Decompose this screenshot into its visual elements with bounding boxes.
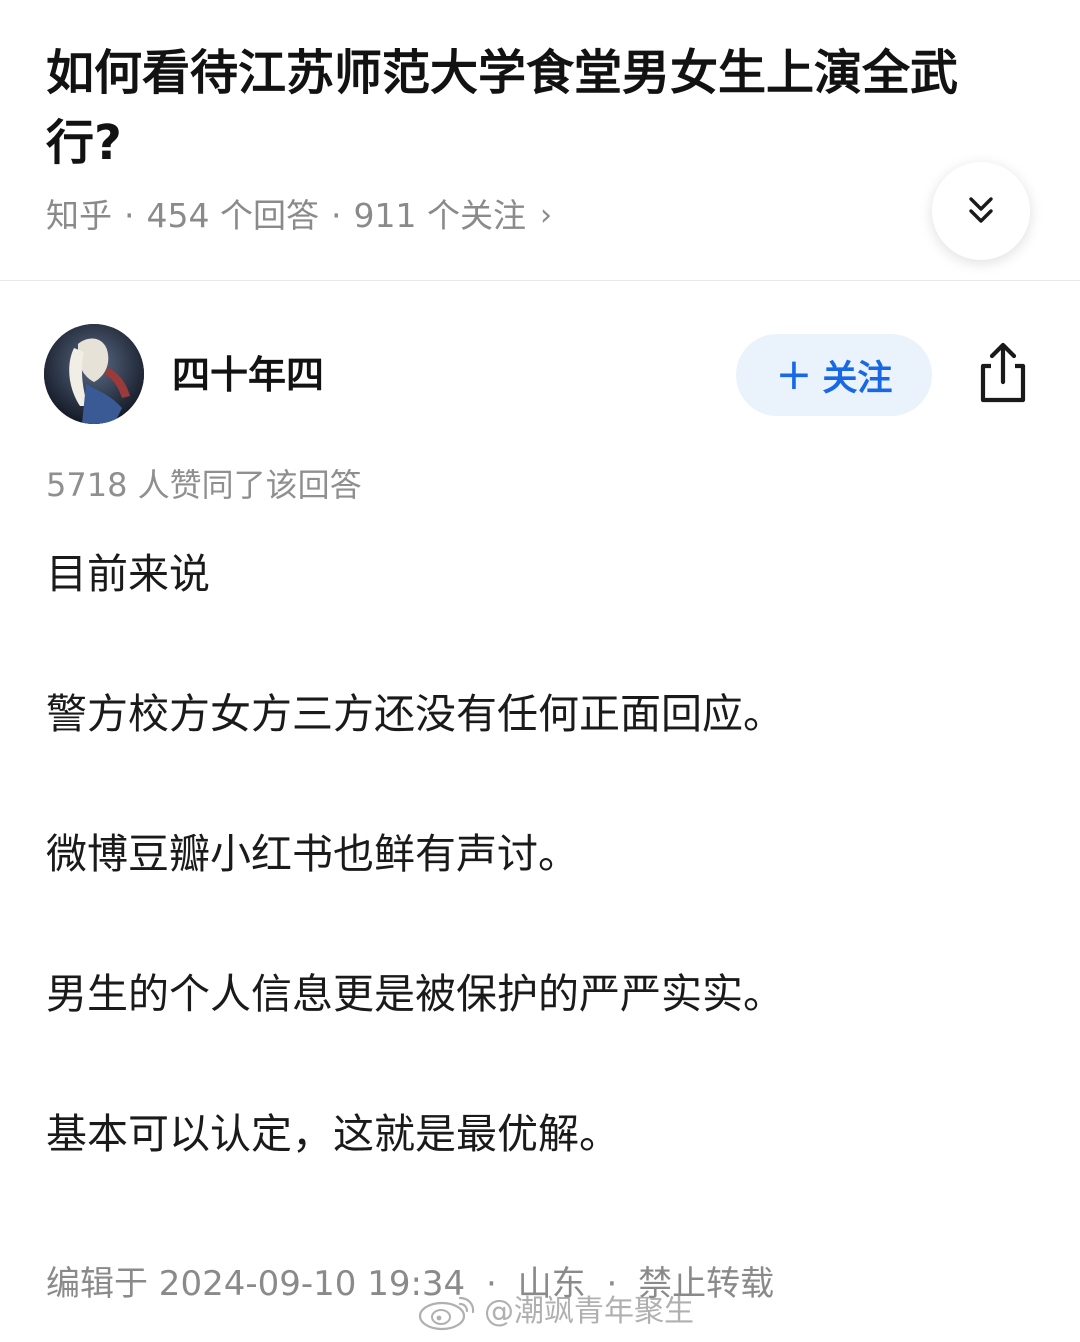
zhihu-answer-page: 如何看待江苏师范大学食堂男女生上演全武行? 知乎 · 454 个回答 · 911… [0,0,1080,1342]
avatar[interactable] [44,324,144,424]
answers-count: 454 个回答 [146,196,319,235]
source-label: 知乎 [46,196,112,235]
vote-count: 5718 人赞同了该回答 [46,466,362,504]
follow-button[interactable]: + 关注 [736,334,932,416]
author-name[interactable]: 四十年四 [172,350,324,400]
header-divider [0,280,1080,281]
question-meta[interactable]: 知乎 · 454 个回答 · 911 个关注 › [46,192,552,240]
share-button[interactable] [972,340,1034,406]
answer-paragraph: 基本可以认定，这就是最优解。 [46,1110,620,1158]
chevron-right-icon: › [539,198,552,233]
double-chevron-down-icon [969,197,993,223]
watermark: @潮飒青年聚生 [416,1290,694,1334]
question-title[interactable]: 如何看待江苏师范大学食堂男女生上演全武行? [46,38,1026,178]
expand-button[interactable] [932,162,1030,260]
edited-time: 编辑于 2024-09-10 19:34 [46,1264,466,1304]
answer-paragraph: 警方校方女方三方还没有任何正面回应。 [46,690,784,738]
separator-dot: · [330,196,342,235]
avatar-image [44,324,144,424]
follow-label: 关注 [822,358,893,399]
answer-paragraph: 微博豆瓣小红书也鲜有声讨。 [46,830,579,878]
share-icon [980,342,1026,403]
answer-paragraph: 目前来说 [46,550,210,598]
weibo-logo-icon [418,1296,475,1331]
followers-count: 911 个关注 [353,196,526,235]
watermark-text: @潮飒青年聚生 [484,1294,694,1329]
plus-icon: + [775,349,813,400]
answer-paragraph: 男生的个人信息更是被保护的严严实实。 [46,970,784,1018]
separator-dot: · [124,196,135,235]
